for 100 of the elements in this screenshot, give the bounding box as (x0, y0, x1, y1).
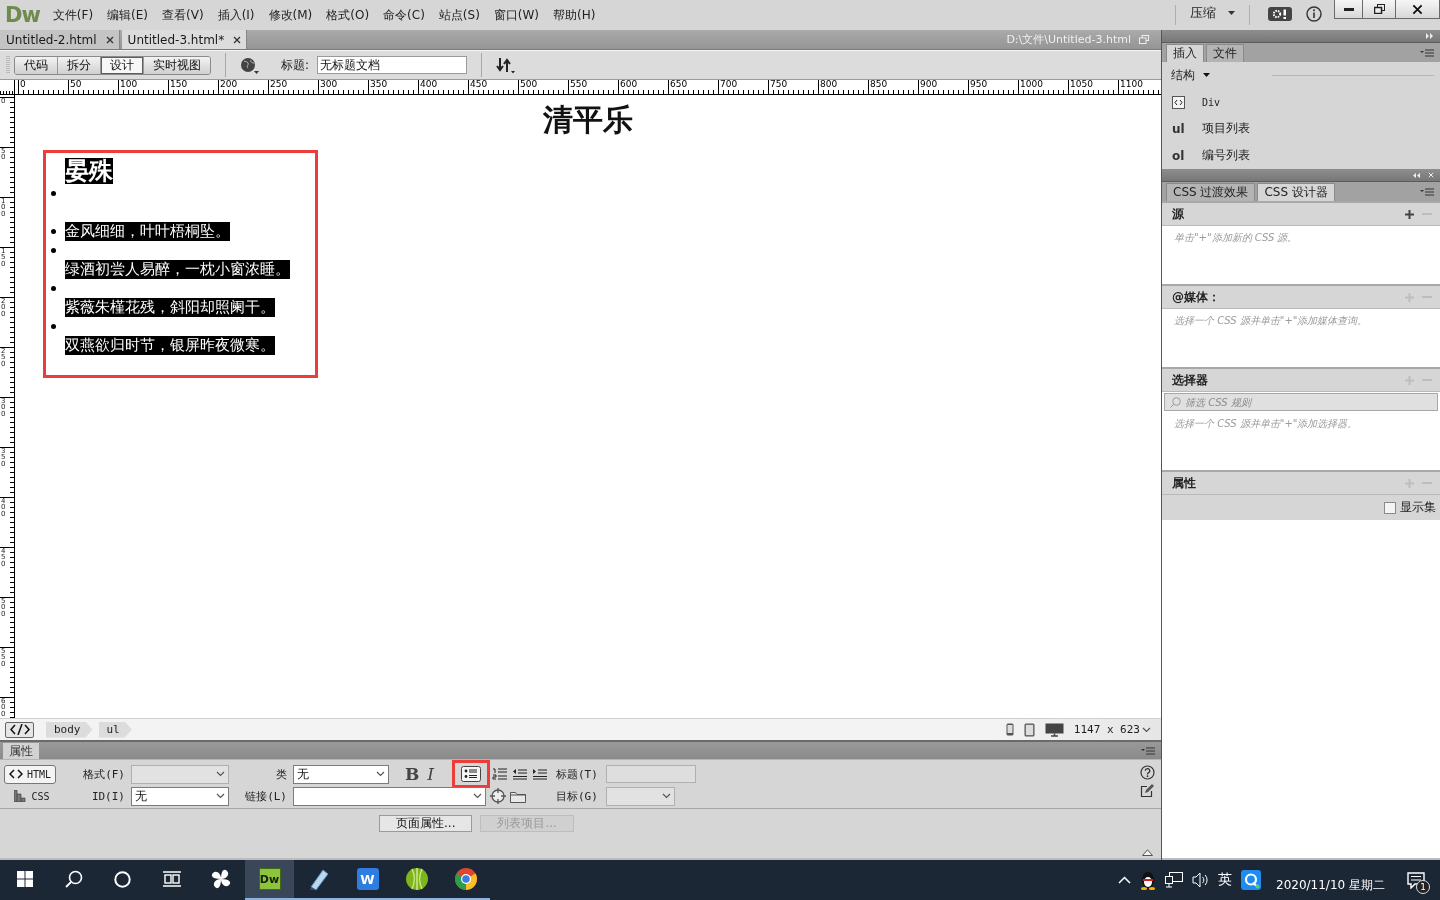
restore-icon (1373, 4, 1385, 14)
section-title: 源 (1172, 205, 1184, 223)
menu-item[interactable]: 文件(F) (45, 4, 101, 26)
panel-tab[interactable]: CSS 设计器 (1257, 183, 1335, 201)
category-dropdown[interactable]: 结构 (1171, 66, 1210, 84)
indent-icon (532, 767, 548, 781)
bold-button[interactable]: B (400, 764, 424, 784)
chrome-icon (453, 867, 478, 891)
code-icon (9, 769, 23, 779)
author-heading: 晏殊 (65, 158, 113, 184)
panel-tab[interactable]: CSS 过渡效果 (1166, 183, 1256, 201)
properties-button[interactable]: 页面属性... (379, 815, 473, 832)
field-label: 格式(F) (82, 766, 126, 782)
network-icon (1165, 872, 1183, 888)
panel-menu-icon (1141, 746, 1155, 755)
bulleted-list-icon (461, 766, 481, 782)
menu-item[interactable]: 插入(I) (210, 4, 262, 26)
panel-tab[interactable]: 插入 (1166, 44, 1204, 62)
bullet-icon (51, 324, 56, 329)
document-tab[interactable]: Untitled-3.html* (121, 30, 248, 49)
expand-icon (1426, 33, 1434, 39)
link-field[interactable] (293, 786, 486, 806)
taskbar-app-button[interactable]: W (343, 860, 392, 900)
document-app-icon: W (356, 868, 379, 890)
menu-item[interactable]: 站点(S) (431, 4, 487, 26)
dw-app-icon: Dw (258, 868, 281, 890)
view-button[interactable]: 设计 (100, 56, 143, 74)
minimize-button[interactable] (1335, 0, 1362, 18)
field-label: 目标(G) (555, 788, 599, 804)
menu-item[interactable]: 窗口(W) (486, 4, 547, 26)
grip-icon (6, 56, 10, 74)
field-label: 链接(L) (244, 788, 288, 804)
view-button[interactable]: 实时视图 (143, 56, 210, 74)
tag-abbreviation: ol (1172, 148, 1185, 163)
collapse-icon[interactable] (1142, 849, 1153, 856)
caret-icon (1203, 73, 1210, 78)
bullet-icon (51, 286, 56, 291)
insert-item[interactable]: ol 编号列表 (1162, 142, 1440, 169)
tag-abbreviation: ul (1172, 121, 1185, 136)
minimize-icon (1343, 7, 1354, 11)
globe-icon (240, 56, 259, 74)
chevron-down-icon (1142, 726, 1151, 733)
section-title: 属性 (1172, 474, 1196, 492)
insert-item[interactable]: ul 项目列表 (1162, 115, 1440, 143)
show-set-checkbox[interactable]: 显示集 (1384, 499, 1436, 516)
taskbar-date: 2020/11/10 星期二 (1276, 876, 1385, 894)
settings-alert-icon (1268, 7, 1292, 21)
restore-icon (1139, 35, 1149, 44)
bullet-icon (51, 229, 56, 234)
title-label: 标题: (281, 56, 310, 74)
chevron-down-icon (216, 793, 225, 799)
title-input[interactable]: 无标题文档 (317, 56, 468, 74)
panel-tab[interactable]: 文件 (1206, 44, 1244, 62)
mode-button[interactable]: HTML (4, 764, 57, 784)
menu-item[interactable]: 命令(C) (376, 4, 432, 26)
close-button[interactable] (1395, 0, 1439, 18)
close-icon (105, 35, 114, 44)
insert-item[interactable]: Div (1162, 88, 1440, 116)
folder-icon (510, 789, 526, 803)
checkbox-icon[interactable] (1384, 501, 1396, 514)
notification-badge: 1 (1416, 880, 1430, 894)
search-icon (1170, 397, 1181, 408)
caret-icon (1228, 11, 1235, 15)
workspace-switcher[interactable]: 压缩 (1186, 0, 1239, 26)
menu-item[interactable]: 查看(V) (155, 4, 211, 26)
chevron-up-icon (1118, 876, 1131, 884)
page-title: 清平乐 (543, 103, 633, 137)
menu-item[interactable]: 修改(M) (261, 4, 320, 26)
chevron-down-icon (375, 771, 385, 777)
restore-button[interactable] (1362, 0, 1395, 18)
code-tag-button[interactable] (5, 721, 34, 738)
ring-icon (114, 870, 131, 888)
menu-item[interactable]: 格式(O) (319, 4, 377, 26)
list-tool-button[interactable] (530, 767, 550, 781)
properties-tab[interactable]: 属性 (3, 743, 39, 759)
penguin-icon (1140, 870, 1156, 890)
help-icon (1140, 765, 1155, 780)
mode-button[interactable]: CSS (9, 786, 55, 806)
view-button[interactable]: 代码 (15, 56, 57, 74)
notification-icon (1407, 871, 1425, 889)
tag-chip[interactable]: ul (98, 721, 132, 738)
class-select[interactable]: 无 (293, 764, 389, 784)
striped-ball-icon (404, 867, 429, 891)
menu-item[interactable]: 编辑(E) (100, 4, 156, 26)
italic-button[interactable]: I (423, 764, 438, 784)
code-icon (9, 724, 30, 735)
tablet-icon (1023, 722, 1035, 737)
menu-item[interactable]: 帮助(H) (546, 4, 603, 26)
document-tab[interactable]: Untitled-2.html (0, 30, 120, 49)
bullet-icon (51, 191, 56, 196)
input-method-indicator[interactable]: 英 (1218, 871, 1232, 889)
section-title: 选择器 (1172, 371, 1208, 389)
chevron-down-icon (473, 793, 482, 799)
list-tool-button[interactable] (510, 767, 530, 781)
filter-field[interactable]: 筛选 CSS 规则 (1164, 393, 1438, 411)
view-button[interactable]: 拆分 (57, 56, 100, 74)
id-select[interactable]: 无 (131, 786, 229, 806)
close-icon (233, 35, 242, 44)
tag-chip[interactable]: body (46, 721, 93, 738)
taskbar-app-button[interactable]: Dw (245, 860, 294, 900)
